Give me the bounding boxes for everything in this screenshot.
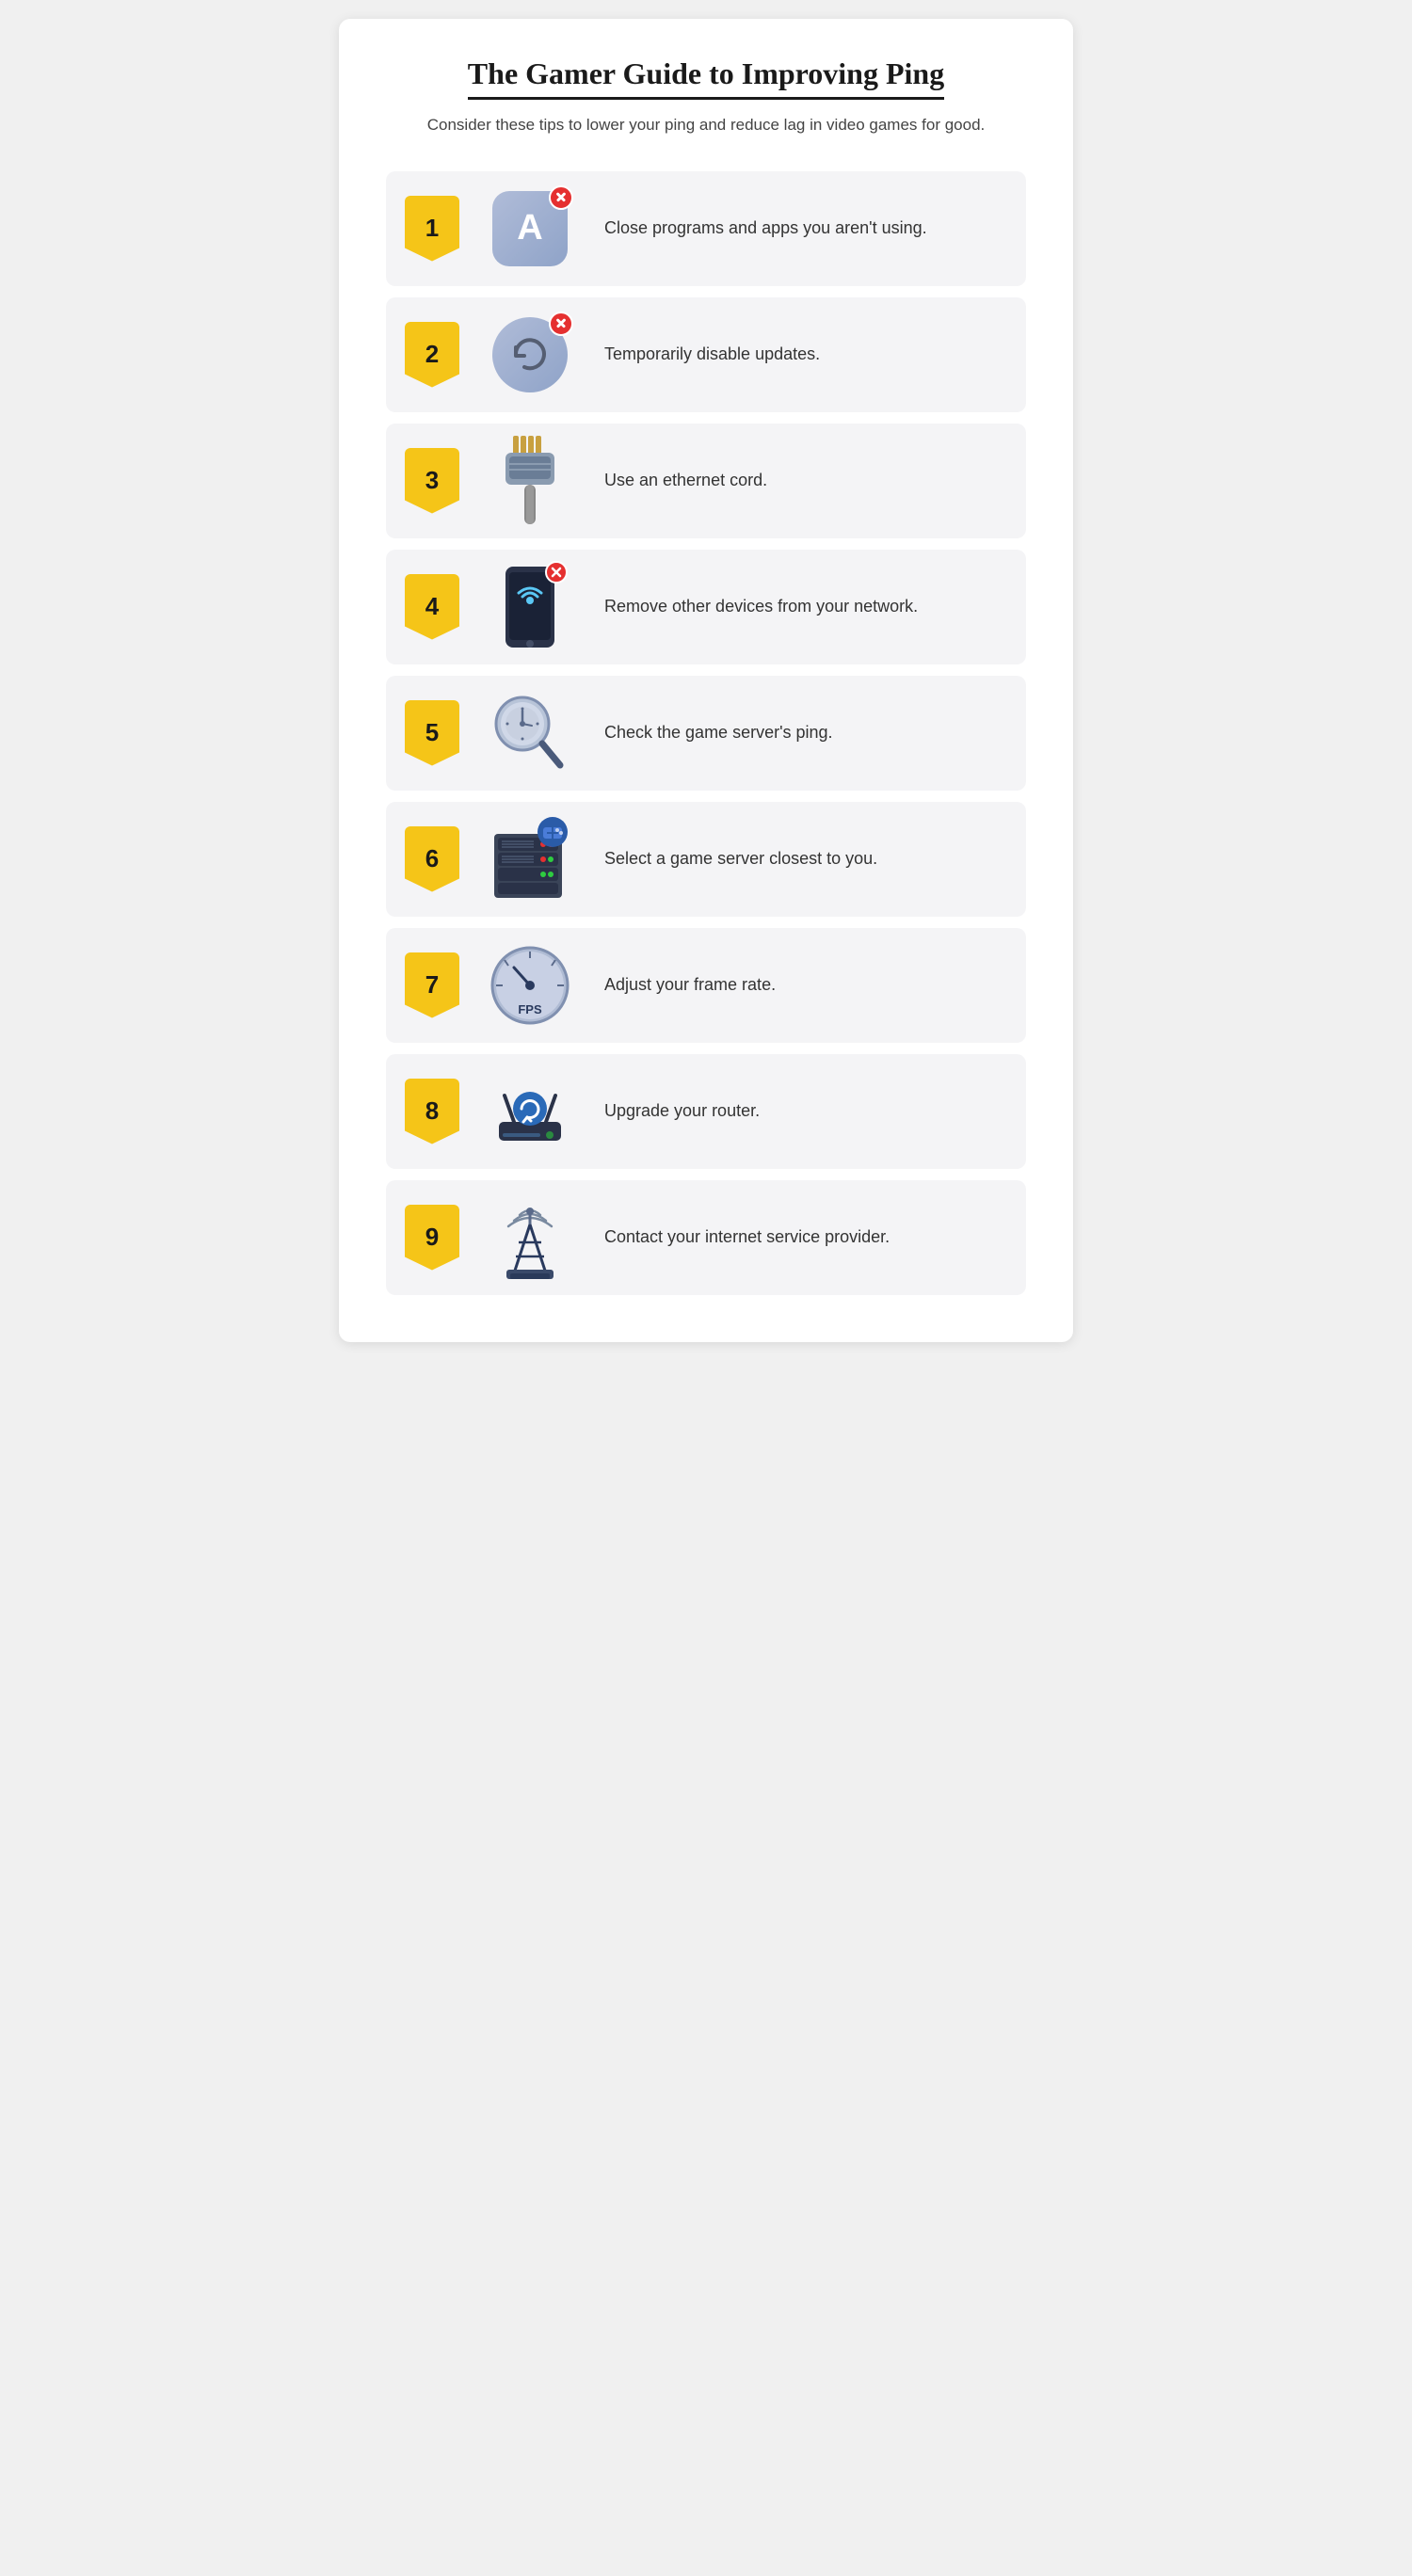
tip-row-5: 5 — [386, 676, 1026, 791]
tip-text-6: Select a game server closest to you. — [604, 847, 877, 871]
number-badge-1: 1 — [405, 196, 459, 262]
tip-text-2: Temporarily disable updates. — [604, 343, 820, 366]
number-badge-5: 5 — [405, 700, 459, 766]
router-icon — [478, 1069, 582, 1154]
number-badge-8: 8 — [405, 1079, 459, 1144]
number-badge-9: 9 — [405, 1205, 459, 1271]
tip-text-5: Check the game server's ping. — [604, 721, 833, 744]
tip-row-3: 3 — [386, 424, 1026, 538]
page-subtitle: Consider these tips to lower your ping a… — [386, 113, 1026, 137]
tip-text-4: Remove other devices from your network. — [604, 595, 918, 618]
number-badge-3: 3 — [405, 448, 459, 514]
tip-row-7: 7 — [386, 928, 1026, 1043]
refresh-close-icon — [478, 312, 582, 397]
tip-row-8: 8 Upgrade your router. — [386, 1054, 1026, 1169]
app-close-icon: A — [478, 186, 582, 271]
header: The Gamer Guide to Improving Ping Consid… — [386, 56, 1026, 137]
number-badge-2: 2 — [405, 322, 459, 388]
tip-text-7: Adjust your frame rate. — [604, 973, 776, 997]
number-badge-4: 4 — [405, 574, 459, 640]
number-badge-6: 6 — [405, 826, 459, 892]
tip-text-3: Use an ethernet cord. — [604, 469, 767, 492]
tip-row-6: 6 — [386, 802, 1026, 917]
tips-list: 1 A Close programs and apps you aren't u… — [386, 171, 1026, 1295]
tip-text-8: Upgrade your router. — [604, 1099, 760, 1123]
tip-text-9: Contact your internet service provider. — [604, 1225, 890, 1249]
antenna-tower-icon — [478, 1195, 582, 1280]
main-card: The Gamer Guide to Improving Ping Consid… — [339, 19, 1073, 1342]
tip-row-1: 1 A Close programs and apps you aren't u… — [386, 171, 1026, 286]
close-badge-icon — [549, 185, 573, 210]
magnify-clock-icon — [478, 691, 582, 776]
tip-row-2: 2 Temporarily disable updates. — [386, 297, 1026, 412]
tip-row-9: 9 — [386, 1180, 1026, 1295]
phone-wifi-icon — [478, 565, 582, 649]
tip-text-1: Close programs and apps you aren't using… — [604, 216, 927, 240]
page-title: The Gamer Guide to Improving Ping — [468, 56, 944, 100]
fps-gauge-icon: FPS — [478, 943, 582, 1028]
server-game-icon — [478, 817, 582, 902]
tip-row-4: 4 — [386, 550, 1026, 664]
ethernet-icon — [478, 439, 582, 523]
close-badge-2-icon — [549, 312, 573, 336]
number-badge-7: 7 — [405, 952, 459, 1018]
